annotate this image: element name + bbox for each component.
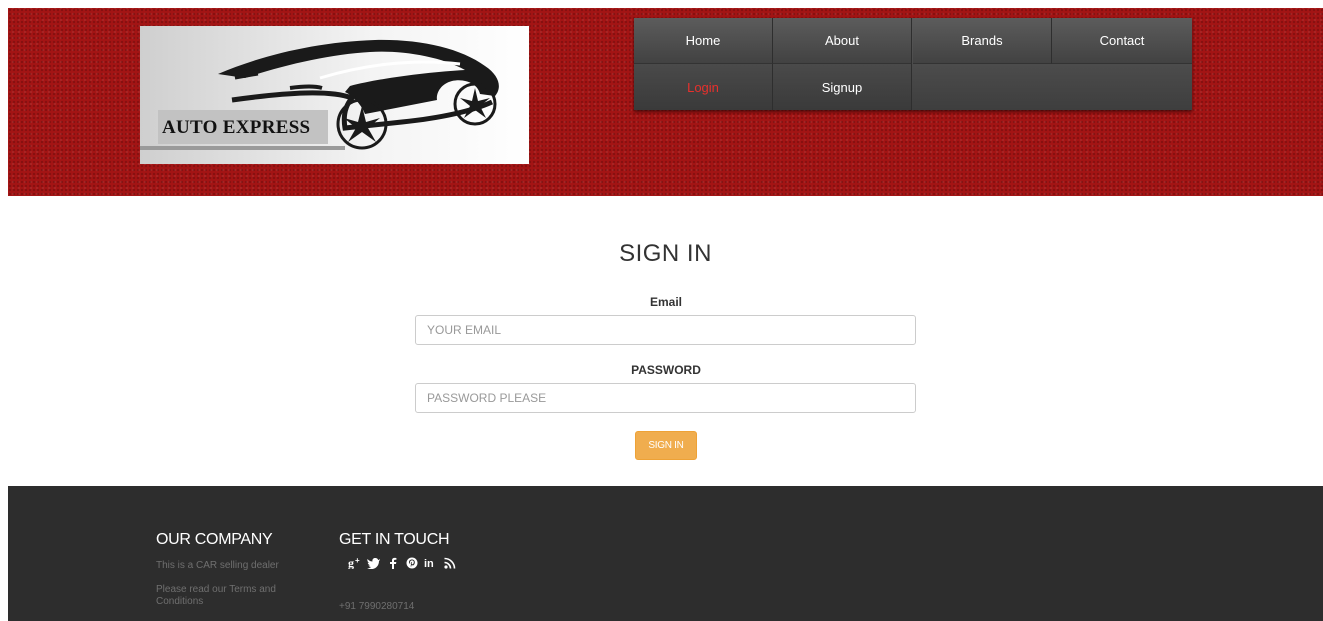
google-plus-icon[interactable]: g +	[345, 556, 364, 572]
social-links: g + in	[345, 556, 459, 572]
rss-icon[interactable]	[440, 557, 459, 572]
site-footer: OUR COMPANY This is a CAR selling dealer…	[8, 486, 1323, 621]
pinterest-icon[interactable]	[402, 557, 421, 572]
svg-text:+: +	[355, 557, 360, 565]
main-nav: Home About Brands Contact Login Signup	[634, 18, 1192, 110]
nav-home[interactable]: Home	[634, 18, 773, 64]
svg-text:g: g	[348, 557, 354, 569]
svg-text:in: in	[424, 558, 434, 569]
email-label: Email	[649, 295, 682, 309]
footer-contact-heading: GET IN TOUCH	[339, 531, 450, 548]
email-field[interactable]	[415, 315, 916, 345]
nav-about[interactable]: About	[773, 18, 912, 64]
nav-contact[interactable]: Contact	[1052, 18, 1192, 64]
site-logo[interactable]: AUTO EXPRESS	[140, 26, 529, 164]
twitter-icon[interactable]	[364, 557, 383, 572]
footer-phone: +91 7990280714	[339, 601, 415, 612]
facebook-icon[interactable]	[383, 557, 402, 572]
nav-brands[interactable]: Brands	[913, 18, 1052, 64]
password-label: PASSWORD	[631, 363, 701, 377]
sign-in-button[interactable]: SIGN IN	[635, 431, 697, 460]
nav-login[interactable]: Login	[634, 64, 773, 110]
footer-company-heading: OUR COMPANY	[156, 531, 273, 548]
page-title: SIGN IN	[619, 240, 712, 267]
linkedin-icon[interactable]: in	[421, 557, 440, 572]
password-field[interactable]	[415, 383, 916, 413]
nav-signup[interactable]: Signup	[773, 64, 912, 110]
footer-terms-link[interactable]: Please read our Terms and Conditions	[156, 584, 286, 608]
footer-company-description: This is a CAR selling dealer	[156, 560, 279, 571]
logo-text: AUTO EXPRESS	[162, 117, 311, 138]
